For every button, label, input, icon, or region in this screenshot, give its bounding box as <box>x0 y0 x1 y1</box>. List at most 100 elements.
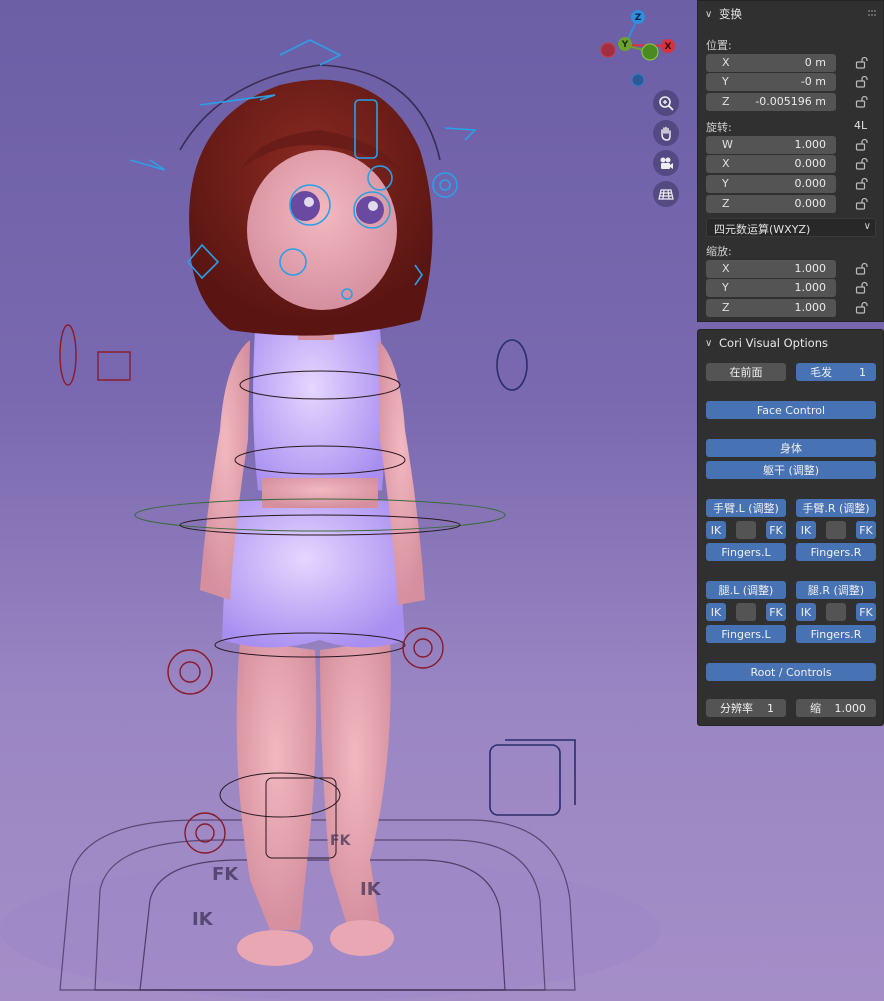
arm-r-ik-button[interactable]: IK <box>796 521 816 539</box>
hand-icon[interactable] <box>653 120 679 146</box>
scale-y-field[interactable]: Y 1.000 <box>706 279 836 297</box>
field-value: 1.000 <box>794 301 827 314</box>
rotation-y-field[interactable]: Y 0.000 <box>706 175 836 193</box>
location-z-field[interactable]: Z -0.005196 m <box>706 93 836 111</box>
leg-r-fk-button[interactable]: FK <box>856 603 876 621</box>
rotation-z-field[interactable]: Z 0.000 <box>706 195 836 213</box>
fingers-r-button[interactable]: Fingers.R <box>796 543 876 561</box>
shorts <box>222 500 405 648</box>
field-value: 1.000 <box>794 281 827 294</box>
leg-l-ik-button[interactable]: IK <box>706 603 726 621</box>
camera-icon[interactable] <box>653 150 679 176</box>
arm-r-fk-button[interactable]: FK <box>856 521 876 539</box>
chevron-down-icon: ∨ <box>705 8 713 20</box>
root-controls-button[interactable]: Root / Controls <box>706 663 876 681</box>
drag-grip-icon[interactable] <box>867 8 877 18</box>
leg-r-button[interactable]: 腿.R (调整) <box>796 581 876 599</box>
leg-fingers-r-button[interactable]: Fingers.R <box>796 625 876 643</box>
grid-icon[interactable] <box>653 181 679 207</box>
axis-label: Z <box>722 301 730 314</box>
leg-l-ikfk-slider[interactable] <box>736 603 756 621</box>
cori-visual-options-panel: ∨ Cori Visual Options 在前面 毛发 1 Face Cont… <box>697 329 884 726</box>
field-value: 0.000 <box>794 177 827 190</box>
svg-text:X: X <box>665 42 672 52</box>
unlock-icon[interactable] <box>855 281 868 294</box>
rotation-w-field[interactable]: W 1.000 <box>706 136 836 154</box>
chevron-down-icon: ∨ <box>863 221 871 232</box>
svg-text:Y: Y <box>621 40 629 50</box>
location-y-field[interactable]: Y -0 m <box>706 73 836 91</box>
cube-controls <box>489 339 576 816</box>
rotation-label: 旋转: <box>706 121 732 134</box>
arm-l-ikfk-slider[interactable] <box>736 521 756 539</box>
body-button[interactable]: 身体 <box>706 439 876 457</box>
axis-label: Y <box>722 75 729 88</box>
field-value: 0 m <box>804 56 826 69</box>
transform-header[interactable]: ∨ 变换 <box>698 1 883 27</box>
field-value: -0.005196 m <box>755 95 826 108</box>
arm-l-fk-button[interactable]: FK <box>766 521 786 539</box>
scale-label: 缩放: <box>706 245 732 258</box>
floor-shadow <box>0 860 660 1000</box>
rotation-mode-dropdown[interactable]: 四元数运算(WXYZ) ∨ <box>706 218 876 237</box>
field-value: 0.000 <box>794 197 827 210</box>
axis-label: X <box>722 157 730 170</box>
orientation-gizmo: Z Y X <box>600 10 675 87</box>
cori-header[interactable]: ∨ Cori Visual Options <box>698 330 883 356</box>
zoom-icon[interactable] <box>653 90 679 116</box>
leg-l-fk-button[interactable]: FK <box>766 603 786 621</box>
axis-label: Y <box>722 177 729 190</box>
tank-top <box>253 315 385 498</box>
svg-text:FK: FK <box>330 833 352 849</box>
torso-button[interactable]: 躯干 (调整) <box>706 461 876 479</box>
rotation-x-field[interactable]: X 0.000 <box>706 155 836 173</box>
scale-field-value: 1.000 <box>834 701 867 715</box>
location-x-field[interactable]: X 0 m <box>706 54 836 72</box>
arm-l-ik-button[interactable]: IK <box>706 521 726 539</box>
left-foot <box>237 930 313 966</box>
rotation-mode-toggle[interactable]: 4L <box>854 119 867 132</box>
scale-x-field[interactable]: X 1.000 <box>706 260 836 278</box>
unlock-icon[interactable] <box>855 177 868 190</box>
scale-z-field[interactable]: Z 1.000 <box>706 299 836 317</box>
unlock-icon[interactable] <box>855 262 868 275</box>
chevron-down-icon: ∨ <box>705 337 713 349</box>
fingers-l-button[interactable]: Fingers.L <box>706 543 786 561</box>
leg-r-ikfk-slider[interactable] <box>826 603 846 621</box>
midriff <box>262 478 378 508</box>
in-front-button[interactable]: 在前面 <box>706 363 786 381</box>
scale-field[interactable]: 缩 1.000 <box>796 699 876 717</box>
leg-fingers-l-button[interactable]: Fingers.L <box>706 625 786 643</box>
scale-field-label: 缩 <box>810 702 821 715</box>
right-foot <box>330 920 394 956</box>
unlock-icon[interactable] <box>855 301 868 314</box>
face <box>247 150 397 310</box>
field-value: -0 m <box>800 75 826 88</box>
unlock-icon[interactable] <box>855 75 868 88</box>
svg-text:FK: FK <box>212 864 239 885</box>
arm-r-button[interactable]: 手臂.R (调整) <box>796 499 876 517</box>
svg-text:Z: Z <box>635 13 642 23</box>
character-scene: FK IK FK IK Z Y X <box>0 10 675 1000</box>
hair-value: 1 <box>859 365 866 379</box>
field-value: 1.000 <box>794 138 827 151</box>
unlock-icon[interactable] <box>855 197 868 210</box>
resolution-value: 1 <box>767 701 774 715</box>
axis-label: Z <box>722 95 730 108</box>
unlock-icon[interactable] <box>855 138 868 151</box>
arm-l-button[interactable]: 手臂.L (调整) <box>706 499 786 517</box>
location-label: 位置: <box>706 39 732 52</box>
transform-title: 变换 <box>719 7 742 21</box>
unlock-icon[interactable] <box>855 95 868 108</box>
face-control-button[interactable]: Face Control <box>706 401 876 419</box>
hair-toggle[interactable]: 毛发 1 <box>796 363 876 381</box>
hair-label: 毛发 <box>810 366 832 379</box>
resolution-field[interactable]: 分辨率 1 <box>706 699 786 717</box>
unlock-icon[interactable] <box>855 157 868 170</box>
leg-l-button[interactable]: 腿.L (调整) <box>706 581 786 599</box>
leg-r-ik-button[interactable]: IK <box>796 603 816 621</box>
arm-r-ikfk-slider[interactable] <box>826 521 846 539</box>
unlock-icon[interactable] <box>855 56 868 69</box>
svg-text:IK: IK <box>360 879 382 900</box>
rotation-mode-value: 四元数运算(WXYZ) <box>714 223 811 236</box>
